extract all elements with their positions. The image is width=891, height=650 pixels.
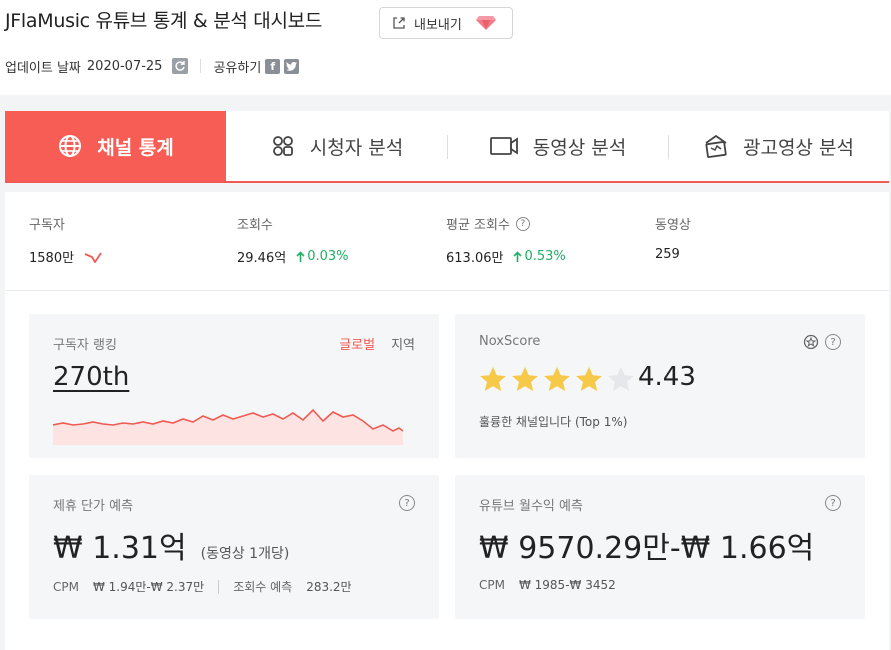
updated-label: 업데이트 날짜: [5, 60, 81, 76]
stat-views: 조회수 29.46억 0.03%: [237, 214, 349, 266]
star-filled-icon: [512, 367, 538, 391]
tab-global[interactable]: 글로벌: [339, 334, 375, 353]
tab-bar: 채널 통계 시청자 분석 동영상 분석 광고영상 분석: [5, 111, 889, 183]
page-title: JFlaMusic 유튜브 통계 & 분석 대시보드: [5, 10, 323, 32]
globe-icon: [59, 135, 82, 157]
refresh-icon[interactable]: [172, 58, 189, 74]
tab-audience-analysis-label: 시청자 분석: [309, 136, 404, 159]
monthly-revenue-card: 유튜브 월수익 예측 ? ₩ 9570.29만-₩ 1.66억 CPM ₩ 19…: [455, 475, 865, 619]
stat-videos: 동영상 259: [655, 214, 691, 262]
badge-icon[interactable]: [803, 334, 819, 350]
cpm-label: CPM: [479, 578, 505, 592]
star-filled-icon: [480, 367, 506, 391]
tab-divider: [447, 135, 448, 159]
help-icon[interactable]: ?: [825, 495, 841, 511]
page-header: JFlaMusic 유튜브 통계 & 분석 대시보드 내보내기 업데이트 날짜 …: [0, 0, 891, 95]
gem-icon: [475, 16, 496, 30]
stat-label: 평균 조회수: [446, 218, 510, 233]
stat-change-value: 0.03%: [307, 249, 349, 264]
export-button[interactable]: 내보내기: [379, 7, 513, 39]
card-label: 구독자 랭킹: [53, 338, 117, 353]
stat-label: 동영상: [655, 218, 691, 233]
partnership-estimate-card: 제휴 단가 예측 ? ₩ 1.31억 (동영상 1개당) CPM ₩ 1.94만…: [29, 475, 439, 619]
stat-value: 29.46억: [237, 251, 287, 266]
cpm-value: ₩ 1.94만-₩ 2.37만: [92, 580, 205, 594]
meta-divider: [200, 59, 202, 73]
stat-change: 0.53%: [513, 249, 566, 264]
help-icon[interactable]: ?: [399, 495, 415, 511]
facebook-icon[interactable]: f: [265, 58, 281, 74]
ad-icon: [705, 134, 727, 158]
star-rating: [479, 366, 635, 392]
tab-audience-analysis[interactable]: 시청자 분석: [226, 111, 447, 181]
noxscore-card: NoxScore ? 4.43 훌륭한 채널입니다 (Top 1%): [455, 314, 865, 458]
stat-value: 613.06만: [446, 251, 504, 266]
channel-stats-panel: 구독자 1580만 조회수 29.46억 0.03% 평균 조회수 ? 613.…: [5, 192, 889, 650]
export-button-label: 내보내기: [414, 17, 462, 33]
dashboard-content: 채널 통계 시청자 분석 동영상 분석 광고영상 분석 구독자 1580만 조회…: [0, 95, 891, 650]
divider: [218, 579, 220, 594]
stat-avg-views: 평균 조회수 ? 613.06만 0.53%: [446, 214, 566, 266]
tab-video-analysis-label: 동영상 분석: [532, 136, 627, 159]
star-filled-icon: [576, 367, 602, 391]
stat-subscribers: 구독자 1580만: [29, 214, 102, 266]
tab-ad-video-analysis[interactable]: 광고영상 분석: [668, 111, 889, 181]
tab-region[interactable]: 지역: [391, 334, 415, 353]
stat-value: 1580만: [29, 251, 75, 266]
tab-channel-stats[interactable]: 채널 통계: [5, 111, 226, 181]
arrow-up-icon: [513, 250, 523, 262]
card-label: 유튜브 월수익 예측: [479, 499, 583, 514]
subscriber-ranking-card: 구독자 랭킹 글로벌 지역 270th: [29, 314, 439, 458]
tab-divider: [668, 135, 669, 159]
twitter-icon[interactable]: [284, 58, 300, 74]
partnership-value: ₩ 1.31억: [53, 531, 187, 566]
export-icon: [393, 17, 405, 29]
audience-icon: [272, 136, 293, 156]
ranking-sparkline: [53, 408, 403, 445]
stat-label: 조회수: [237, 218, 273, 233]
star-filled-icon: [544, 367, 570, 391]
stat-value: 259: [655, 247, 680, 262]
tab-channel-stats-label: 채널 통계: [97, 136, 174, 159]
video-camera-icon: [489, 137, 518, 155]
trend-down-icon: [84, 252, 102, 263]
stat-change: 0.03%: [296, 249, 349, 264]
views-estimate-label: 조회수 예측: [233, 580, 293, 594]
help-icon[interactable]: ?: [825, 334, 841, 350]
revenue-value: ₩ 9570.29만-₩ 1.66억: [479, 531, 815, 566]
noxscore-value: 4.43: [638, 362, 696, 392]
star-empty-icon: [608, 367, 634, 391]
stat-change-value: 0.53%: [524, 249, 566, 264]
tab-ad-video-analysis-label: 광고영상 분석: [743, 136, 854, 159]
tab-video-analysis[interactable]: 동영상 분석: [447, 111, 668, 181]
card-label: NoxScore: [479, 334, 541, 349]
cpm-label: CPM: [53, 579, 79, 594]
stat-label: 구독자: [29, 218, 65, 233]
stats-row: 구독자 1580만 조회수 29.46억 0.03% 평균 조회수 ? 613.…: [5, 192, 889, 291]
card-label: 제휴 단가 예측: [53, 499, 134, 514]
arrow-up-icon: [296, 250, 305, 262]
help-icon[interactable]: ?: [515, 216, 530, 231]
cpm-value: ₩ 1985-₩ 3452: [518, 578, 616, 592]
views-estimate-value: 283.2만: [306, 580, 352, 594]
updated-date: 2020-07-25: [86, 58, 163, 74]
ranking-value[interactable]: 270th: [53, 362, 129, 392]
share-label: 공유하기: [213, 60, 262, 76]
update-meta: 업데이트 날짜 2020-07-25 공유하기 f: [5, 57, 300, 76]
noxscore-description: 훌륭한 채널입니다 (Top 1%): [479, 415, 628, 429]
partnership-sub: (동영상 1개당): [200, 546, 290, 562]
